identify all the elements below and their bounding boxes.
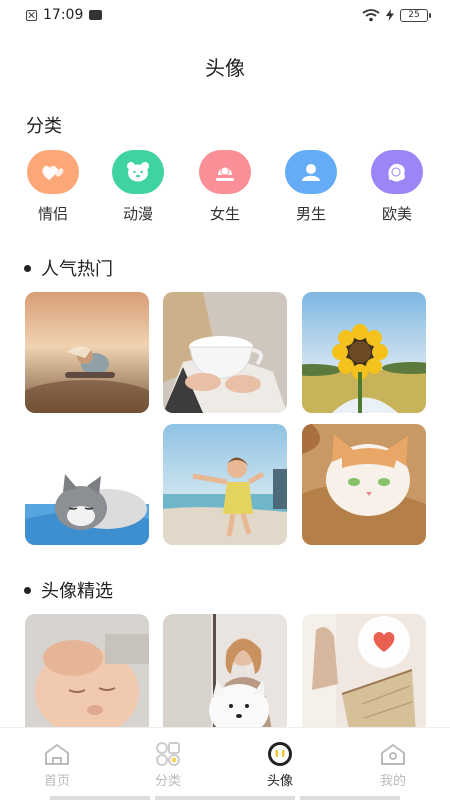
status-bar: 17:09 25 [0, 0, 450, 30]
category-couple[interactable]: 情侣 [23, 150, 83, 224]
bear-icon [112, 150, 164, 194]
category-boy[interactable]: 男生 [281, 150, 341, 224]
boy-icon [285, 150, 337, 194]
home-indicator [300, 796, 400, 800]
category-anime[interactable]: 动漫 [108, 150, 168, 224]
avatar-tile-child-sunset[interactable] [25, 292, 149, 413]
category-label: 情侣 [37, 205, 68, 223]
avatar-tile-orange-cat[interactable] [302, 424, 426, 545]
charging-icon [386, 9, 394, 21]
bullet-dot [24, 264, 31, 272]
home-icon [22, 740, 92, 768]
category-label: 动漫 [122, 205, 153, 223]
hearts-icon [27, 150, 79, 194]
tab-label: 我的 [379, 774, 406, 789]
featured-heading: 头像精选 [24, 577, 113, 603]
girl-icon [199, 150, 251, 194]
home-indicator [155, 796, 295, 800]
popular-heading: 人气热门 [24, 255, 113, 281]
tab-label: 分类 [154, 774, 181, 789]
bullet-dot [24, 586, 31, 594]
battery-icon: 25 [400, 8, 431, 22]
mail-icon [89, 10, 103, 20]
category-heading: 分类 [26, 116, 62, 137]
category-icon [133, 740, 203, 768]
wifi-icon [362, 8, 380, 21]
avatar-tile-woman-cup[interactable] [163, 292, 287, 413]
home-indicator [50, 796, 150, 800]
featured-title: 头像精选 [41, 581, 113, 602]
category-label: 男生 [295, 205, 326, 223]
status-time: 17:09 [43, 7, 84, 23]
avatar-icon [245, 740, 315, 768]
avatar-tile-sunflower[interactable] [302, 292, 426, 413]
category-girl[interactable]: 女生 [195, 150, 255, 224]
category-label: 欧美 [381, 205, 412, 223]
popular-title: 人气热门 [41, 259, 113, 280]
notification-close-icon [26, 9, 37, 21]
avatar-tile-kitten[interactable] [25, 424, 149, 545]
tab-label: 头像 [266, 774, 293, 789]
avatar-tile-woman-dog[interactable] [163, 614, 287, 735]
page-title: 头像 [205, 56, 245, 80]
avatar-tile-girl-beach[interactable] [163, 424, 287, 545]
avatar-tile-sleeping-baby[interactable] [25, 614, 149, 735]
avatar-tile-heart-photo[interactable] [302, 614, 426, 735]
tab-category[interactable]: 分类 [133, 740, 203, 789]
tab-profile[interactable]: 我的 [358, 740, 428, 789]
tab-label: 首页 [43, 774, 70, 789]
category-label: 女生 [209, 205, 240, 223]
category-western[interactable]: 欧美 [367, 150, 427, 224]
bottom-tab-bar: 首页 分类 头像 我的 [0, 727, 450, 800]
tab-home[interactable]: 首页 [22, 740, 92, 789]
profile-icon [358, 740, 428, 768]
tab-avatar[interactable]: 头像 [245, 740, 315, 789]
western-icon [371, 150, 423, 194]
